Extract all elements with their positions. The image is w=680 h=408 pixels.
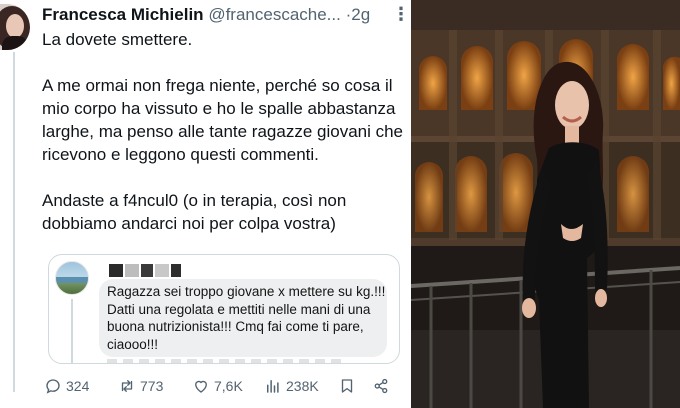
reply-count: 324 bbox=[66, 378, 90, 394]
commenter-avatar bbox=[55, 261, 89, 295]
cropped-text-row bbox=[107, 359, 347, 363]
reply-button[interactable]: 324 bbox=[44, 374, 89, 398]
reply-icon bbox=[46, 379, 60, 394]
repost-icon bbox=[121, 380, 133, 392]
colosseum-portrait-photo bbox=[411, 0, 680, 408]
quote-thread-line bbox=[71, 299, 73, 363]
timestamp[interactable]: 2g bbox=[351, 5, 370, 24]
author-avatar[interactable] bbox=[0, 4, 30, 50]
tweet-paragraph: A me ormai non frega niente, perché so c… bbox=[42, 76, 404, 164]
like-button[interactable]: 7,6K bbox=[192, 374, 243, 398]
tweet-card[interactable]: Francesca Michielin @francescache... ·2g… bbox=[0, 0, 411, 408]
views-button[interactable]: 238K bbox=[264, 374, 319, 398]
more-horizontal-icon[interactable]: ⋮ bbox=[392, 4, 411, 25]
heart-icon bbox=[195, 380, 207, 393]
views-icon bbox=[267, 380, 279, 393]
tweet-text: La dovete smettere. A me ormai non frega… bbox=[42, 28, 404, 235]
bookmark-icon bbox=[341, 379, 353, 393]
action-bar: 324 773 7,6K 238K bbox=[44, 374, 394, 398]
tweet-paragraph: Andaste a f4ncul0 (o in terapia, così no… bbox=[42, 191, 347, 233]
tweet-paragraph: La dovete smettere. bbox=[42, 30, 193, 49]
share-icon bbox=[374, 378, 388, 394]
like-count: 7,6K bbox=[214, 378, 243, 394]
repost-count: 773 bbox=[140, 378, 164, 394]
views-count: 238K bbox=[286, 378, 319, 394]
comment-text: Ragazza sei troppo giovane x mettere su … bbox=[107, 284, 386, 352]
handle[interactable]: @francescache... bbox=[208, 5, 341, 24]
tweet-header: Francesca Michielin @francescache... ·2g bbox=[42, 5, 370, 25]
repost-button[interactable]: 773 bbox=[118, 374, 163, 398]
share-button[interactable] bbox=[372, 374, 394, 398]
thread-line bbox=[13, 52, 15, 392]
quoted-screenshot[interactable]: Ragazza sei troppo giovane x mettere su … bbox=[48, 254, 400, 364]
bookmark-button[interactable] bbox=[338, 374, 360, 398]
photo-illustration bbox=[411, 0, 680, 408]
display-name[interactable]: Francesca Michielin bbox=[42, 5, 204, 24]
